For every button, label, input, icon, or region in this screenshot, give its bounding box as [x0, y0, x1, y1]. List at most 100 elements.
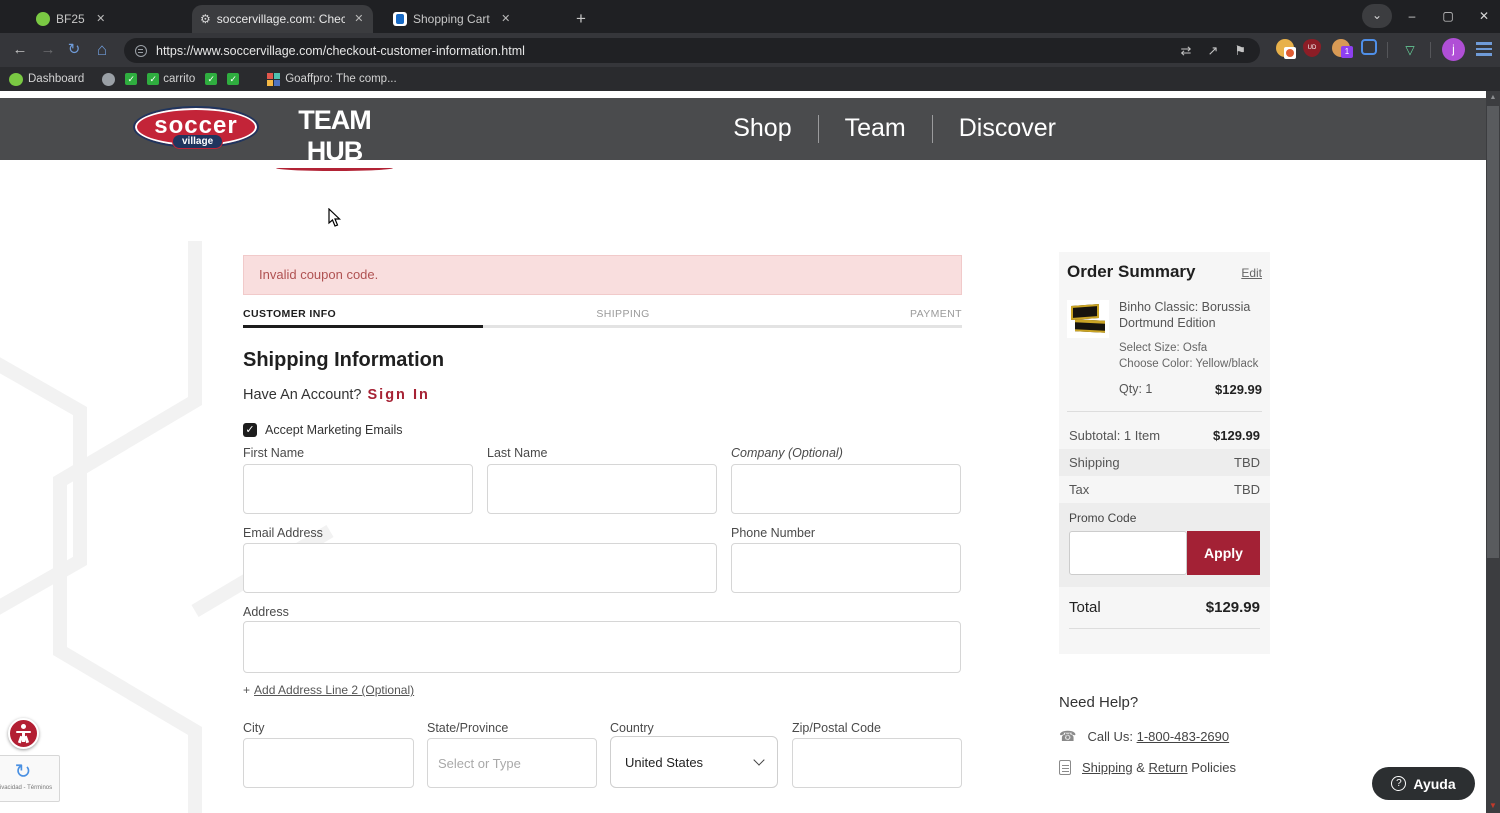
profile-avatar[interactable]: j — [1442, 38, 1465, 61]
page-title: Shipping Information — [243, 349, 445, 371]
phone-icon: ☎ — [1059, 728, 1077, 744]
menu-icon[interactable] — [1476, 42, 1492, 56]
close-button[interactable]: ✕ — [1464, 0, 1500, 32]
address-label: Address — [243, 605, 289, 619]
globe-icon — [102, 72, 116, 86]
tax-row: Tax TBD — [1069, 482, 1260, 498]
scroll-up-icon[interactable]: ▲ — [1486, 91, 1500, 105]
shield-extension-icon[interactable]: UD — [1303, 39, 1321, 57]
product-price: $129.99 — [1215, 382, 1262, 398]
tab-bf25[interactable]: BF25 ✕ — [28, 5, 186, 33]
progress-track — [243, 325, 962, 328]
subtotal-value: $129.99 — [1213, 428, 1260, 444]
add-address-line2-link[interactable]: + Add Address Line 2 (Optional) — [243, 683, 414, 697]
apply-promo-button[interactable]: Apply — [1187, 531, 1260, 576]
bookmark-carrito[interactable]: ✓ carrito — [147, 73, 195, 85]
shipping-row: Shipping TBD — [1059, 449, 1270, 477]
tab-close-icon[interactable]: ✕ — [498, 11, 514, 27]
nav-divider — [817, 114, 819, 143]
address-bar[interactable]: https://www.soccervillage.com/checkout-c… — [124, 38, 1260, 63]
tab-favicon — [36, 12, 50, 26]
minimize-button[interactable]: – — [1392, 0, 1432, 32]
tax-value: TBD — [1234, 482, 1260, 498]
reload-icon[interactable]: ↻ — [62, 39, 86, 61]
bookmark-check-3[interactable]: ✓ — [227, 73, 240, 85]
nav-divider — [931, 114, 933, 143]
team-hub-logo: TEAM HUB ORDERING PLATFORM — [272, 105, 397, 197]
zip-label: Zip/Postal Code — [792, 721, 881, 735]
company-input[interactable] — [731, 464, 961, 514]
tab-close-icon[interactable]: ✕ — [353, 11, 365, 27]
product-size: Select Size: Osfa — [1119, 342, 1208, 355]
marketing-label: Accept Marketing Emails — [265, 423, 403, 437]
bookmark-check-1[interactable]: ✓ — [125, 73, 138, 85]
state-input[interactable] — [427, 738, 597, 788]
window-chevron-button[interactable]: ⌄ — [1362, 4, 1392, 28]
cookie-blocker-extension-icon[interactable] — [1276, 39, 1296, 59]
sign-in-link[interactable]: Sign In — [368, 387, 430, 403]
last-name-label: Last Name — [487, 446, 548, 460]
tab-close-icon[interactable]: ✕ — [93, 11, 109, 27]
bookmark-icon[interactable]: ⚑ — [1234, 43, 1246, 59]
tab-checkout-active[interactable]: ⚙ soccervillage.com: Checkout: C ✕ — [192, 5, 373, 33]
phone-number-link[interactable]: 1-800-483-2690 — [1137, 729, 1230, 744]
last-name-input[interactable] — [487, 464, 717, 514]
shipping-policy-link[interactable]: Shipping — [1082, 760, 1133, 775]
address-input[interactable] — [243, 621, 961, 673]
site-settings-icon[interactable] — [135, 44, 147, 57]
translate-icon[interactable]: ⇄ — [1181, 43, 1192, 59]
flask-labs-icon[interactable]: ▽ — [1398, 39, 1422, 61]
accessibility-button[interactable] — [8, 718, 39, 749]
recaptcha-badge: ↻ Privacidad - Términos — [0, 755, 60, 802]
phone-input[interactable] — [731, 543, 961, 593]
nav-team[interactable]: Team — [845, 114, 906, 143]
subtotal-row: Subtotal: 1 Item $129.99 — [1069, 428, 1260, 444]
country-select[interactable]: United States — [610, 736, 778, 788]
step-shipping[interactable]: SHIPPING — [596, 308, 649, 320]
main-navigation: Shop Team Discover — [733, 114, 1056, 143]
first-name-input[interactable] — [243, 464, 473, 514]
recaptcha-terms[interactable]: Privacidad - Términos — [0, 785, 59, 791]
nav-discover[interactable]: Discover — [959, 114, 1056, 143]
forward-icon[interactable]: → — [36, 39, 60, 61]
maximize-button[interactable]: ▢ — [1428, 0, 1468, 32]
affiliate-extension-icon[interactable]: 1 — [1332, 39, 1353, 58]
bookmark-goaffpro[interactable]: Goaffpro: The comp... — [267, 72, 397, 86]
question-icon: ? — [1391, 776, 1407, 791]
tab-shopping-cart[interactable]: Shopping Cart ✕ — [385, 5, 559, 33]
product-thumbnail — [1067, 300, 1109, 338]
cart-item: Binho Classic: Borussia Dortmund Edition… — [1067, 292, 1262, 413]
bookmark-dashboard[interactable]: Dashboard — [9, 72, 84, 86]
check-icon: ✓ — [147, 73, 160, 85]
bookmark-globe[interactable] — [102, 72, 116, 86]
promo-code-input[interactable] — [1069, 531, 1187, 576]
marketing-checkbox[interactable]: ✓ — [243, 423, 257, 437]
new-tab-button[interactable]: + — [570, 8, 592, 30]
zip-input[interactable] — [792, 738, 962, 788]
browser-toolbar: ← → ↻ ⌂ https://www.soccervillage.com/ch… — [0, 33, 1500, 67]
scrollbar-thumb[interactable] — [1487, 106, 1499, 558]
bookmark-check-2[interactable]: ✓ — [205, 73, 218, 85]
email-input[interactable] — [243, 543, 717, 593]
page-scrollbar[interactable]: ▲ ▼ — [1486, 91, 1500, 813]
return-policy-link[interactable]: Return — [1149, 760, 1188, 775]
account-prompt: Have An Account? Sign In — [243, 387, 430, 403]
home-icon[interactable]: ⌂ — [90, 39, 114, 61]
browser-chrome: BF25 ✕ ⚙ soccervillage.com: Checkout: C … — [0, 0, 1500, 91]
order-summary-title: Order Summary — [1067, 262, 1196, 281]
share-icon[interactable]: ↗ — [1207, 43, 1218, 59]
help-chat-button[interactable]: ? Ayuda — [1372, 767, 1475, 800]
edit-cart-link[interactable]: Edit — [1241, 266, 1262, 280]
nav-shop[interactable]: Shop — [733, 114, 791, 143]
extensions-puzzle-icon[interactable] — [1361, 39, 1377, 55]
tab-title: soccervillage.com: Checkout: C — [216, 12, 345, 26]
back-icon[interactable]: ← — [8, 39, 32, 61]
url-text[interactable]: https://www.soccervillage.com/checkout-c… — [156, 44, 1165, 58]
city-input[interactable] — [243, 738, 414, 788]
checkout-progress: CUSTOMER INFO SHIPPING PAYMENT — [243, 308, 962, 328]
tab-bar: BF25 ✕ ⚙ soccervillage.com: Checkout: C … — [0, 0, 1500, 33]
scroll-down-icon[interactable]: ▼ — [1486, 799, 1500, 813]
cart-favicon — [393, 12, 407, 26]
step-payment[interactable]: PAYMENT — [910, 308, 962, 320]
step-customer-info[interactable]: CUSTOMER INFO — [243, 308, 336, 320]
